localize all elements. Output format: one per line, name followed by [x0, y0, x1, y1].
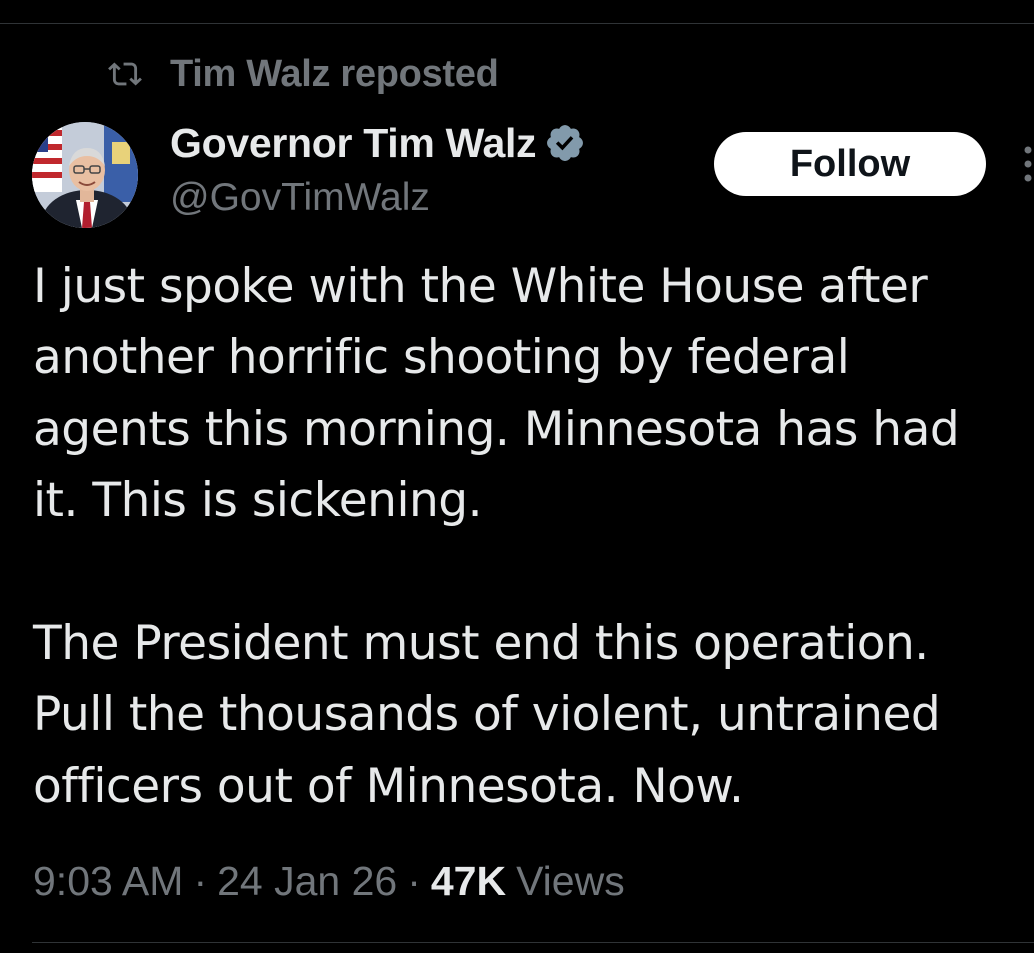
- tweet-time[interactable]: 9:03 AM: [33, 858, 183, 905]
- tweet-meta: 9:03 AM · 24 Jan 26 · 47K Views: [33, 853, 625, 909]
- tweet-text-line: Pull the thousands of violent, untrained: [33, 687, 941, 743]
- verified-badge-icon[interactable]: [544, 122, 586, 164]
- tweet-text: I just spoke with the White House after …: [33, 251, 1034, 822]
- avatar[interactable]: [32, 122, 138, 228]
- meta-separator: ·: [407, 857, 421, 904]
- tweet-text-line: I just spoke with the White House after: [33, 259, 928, 314]
- tweet-text-line: officers out of Minnesota. Now.: [33, 758, 744, 814]
- tweet-text-line: agents this morning. Minnesota has had: [33, 401, 960, 457]
- tweet-text-line: another horrific shooting by federal: [33, 330, 850, 386]
- more-options-icon[interactable]: [1016, 142, 1034, 186]
- author-name-row[interactable]: Governor Tim Walz: [170, 116, 586, 170]
- author-handle[interactable]: @GovTimWalz: [170, 172, 430, 224]
- views-label[interactable]: Views: [516, 858, 625, 905]
- paragraph-break: [33, 537, 1034, 608]
- author-display-name[interactable]: Governor Tim Walz: [170, 120, 537, 167]
- top-divider: [0, 23, 1034, 24]
- tweet-text-line: it. This is sickening.: [33, 473, 483, 529]
- meta-separator: ·: [193, 857, 208, 904]
- repost-label[interactable]: Tim Walz reposted: [170, 53, 499, 96]
- repost-context[interactable]: Tim Walz reposted: [108, 50, 499, 98]
- views-count[interactable]: 47K: [431, 858, 506, 905]
- tweet-text-line: The President must end this operation.: [33, 616, 929, 672]
- avatar-image: [32, 122, 138, 228]
- follow-button[interactable]: Follow: [714, 132, 986, 196]
- tweet-date[interactable]: 24 Jan 26: [217, 858, 397, 905]
- bottom-divider: [32, 942, 1034, 943]
- repost-icon: [108, 62, 142, 86]
